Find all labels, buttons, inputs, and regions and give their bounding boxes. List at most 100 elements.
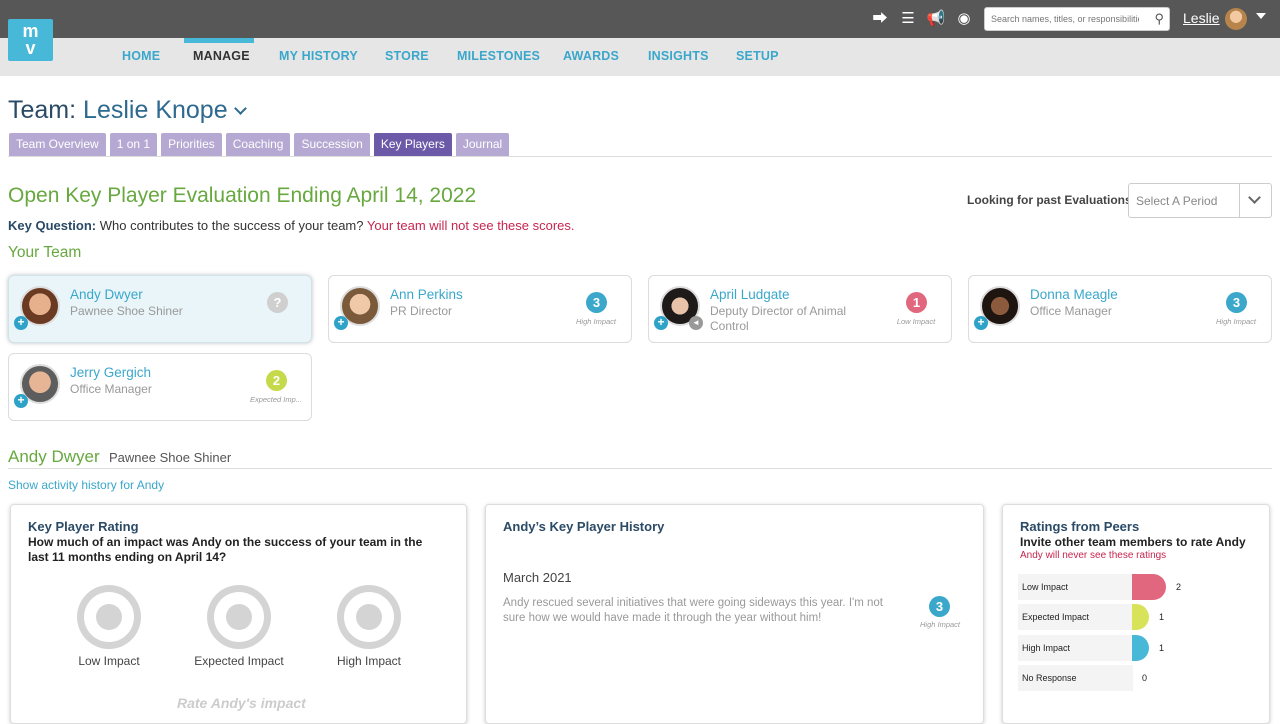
tabs-divider	[8, 156, 1272, 157]
panel-title: Andy’s Key Player History	[503, 519, 665, 534]
team-label: Team:	[8, 96, 77, 124]
share-icon[interactable]: ⮕	[870, 9, 890, 29]
peer-row-label: No Response	[1018, 665, 1133, 691]
tab-team-overview[interactable]: Team Overview	[9, 133, 106, 156]
member-name[interactable]: Ann Perkins	[390, 287, 463, 302]
member-card-andy[interactable]: + Andy Dwyer Pawnee Shoe Shiner ?	[8, 275, 312, 343]
member-name[interactable]: April Ludgate	[710, 287, 790, 302]
nav-my-history[interactable]: MY HISTORY	[279, 49, 358, 63]
key-question: Key Question: Who contributes to the suc…	[8, 218, 575, 233]
add-icon[interactable]: +	[654, 316, 668, 330]
your-team-heading: Your Team	[8, 244, 82, 261]
score-impact-label: High Impact	[919, 620, 961, 629]
evaluation-title: Open Key Player Evaluation Ending April …	[8, 184, 477, 207]
peer-count: 1	[1159, 612, 1165, 622]
member-name[interactable]: Donna Meagle	[1030, 287, 1118, 302]
member-card-jerry[interactable]: + Jerry Gergich Office Manager 2 Expecte…	[8, 353, 312, 421]
selected-member-title: Pawnee Shoe Shiner	[109, 450, 232, 465]
tab-priorities[interactable]: Priorities	[161, 133, 222, 156]
toolbar-icons: ⮕ ☰ 📢 ◉	[870, 9, 974, 29]
tab-coaching[interactable]: Coaching	[225, 133, 291, 156]
rating-question: How much of an impact was Andy on the su…	[28, 535, 423, 564]
member-name[interactable]: Andy Dwyer	[70, 287, 143, 302]
rating-option-high[interactable]: High Impact	[309, 654, 429, 668]
score-impact-label: High Impact	[575, 317, 617, 326]
member-title: Office Manager	[70, 382, 152, 396]
app-logo[interactable]: mv	[8, 19, 53, 61]
rating-option-low[interactable]: Low Impact	[49, 654, 169, 668]
score-badge: 1	[906, 292, 927, 313]
peer-count: 0	[1142, 673, 1148, 683]
history-comment: Andy rescued several initiatives that we…	[503, 597, 883, 624]
selected-member-name: Andy Dwyer	[8, 447, 100, 466]
member-name[interactable]: Jerry Gergich	[70, 365, 151, 380]
panel-title: Ratings from Peers	[1020, 519, 1140, 534]
tab-succession[interactable]: Succession	[294, 133, 370, 156]
nav-insights[interactable]: INSIGHTS	[648, 49, 709, 63]
add-icon[interactable]: +	[14, 316, 28, 330]
peer-count: 2	[1176, 582, 1182, 592]
checklist-icon[interactable]: ☰	[898, 9, 918, 29]
tab-1-on-1[interactable]: 1 on 1	[109, 133, 158, 156]
nav-home[interactable]: HOME	[122, 49, 160, 63]
main-nav	[0, 38, 1280, 76]
score-badge: 3	[586, 292, 607, 313]
add-icon[interactable]: +	[14, 394, 28, 408]
chevron-down-icon	[1248, 191, 1261, 204]
score-badge: ?	[267, 292, 288, 313]
period-select-placeholder: Select A Period	[1136, 194, 1218, 208]
peer-bar-low	[1132, 574, 1166, 600]
score-impact-label: Expected Imp...	[249, 395, 303, 404]
nav-active-indicator	[184, 38, 254, 43]
search-input[interactable]	[985, 8, 1145, 30]
key-question-label: Key Question:	[8, 218, 97, 233]
score-badge: 2	[266, 370, 287, 391]
invite-peers-link[interactable]: Invite other team members to rate Andy	[1020, 535, 1246, 549]
member-title: Office Manager	[1030, 304, 1112, 318]
feedback-icon[interactable]: ◉	[954, 9, 974, 29]
past-evaluations-label: Looking for past Evaluations?	[967, 193, 1140, 207]
peer-row-label: Expected Impact	[1018, 604, 1133, 630]
tab-journal[interactable]: Journal	[455, 133, 510, 156]
member-card-donna[interactable]: + Donna Meagle Office Manager 3 High Imp…	[968, 275, 1272, 343]
member-title: Deputy Director of Animal Control	[710, 304, 847, 333]
low-impact-target-icon[interactable]	[77, 585, 141, 649]
user-menu-caret-icon[interactable]	[1256, 13, 1266, 19]
add-icon[interactable]: +	[334, 316, 348, 330]
period-select-toggle[interactable]	[1239, 184, 1271, 217]
share-icon[interactable]: ◄	[689, 316, 703, 330]
score-impact-label: High Impact	[1215, 317, 1257, 326]
peer-row-label: High Impact	[1018, 635, 1133, 661]
peer-bar-expected	[1132, 604, 1149, 630]
period-select[interactable]: Select A Period	[1128, 183, 1272, 218]
rating-option-expected[interactable]: Expected Impact	[179, 654, 299, 668]
search-icon[interactable]: ⚲	[1154, 11, 1164, 27]
tab-key-players[interactable]: Key Players	[373, 133, 452, 156]
nav-store[interactable]: STORE	[385, 49, 429, 63]
team-name[interactable]: Leslie Knope	[83, 96, 228, 124]
nav-setup[interactable]: SETUP	[736, 49, 779, 63]
user-avatar[interactable]	[1225, 8, 1247, 30]
score-badge: 3	[1226, 292, 1247, 313]
team-selector[interactable]: Team: Leslie Knope	[8, 96, 247, 125]
panel-title: Key Player Rating	[28, 519, 139, 534]
activity-history-link[interactable]: Show activity history for Andy	[8, 478, 164, 492]
member-card-ann[interactable]: + Ann Perkins PR Director 3 High Impact	[328, 275, 632, 343]
add-icon[interactable]: +	[974, 316, 988, 330]
member-title: Pawnee Shoe Shiner	[70, 304, 183, 318]
score-impact-label: Low Impact	[896, 317, 936, 326]
section-divider	[8, 468, 1272, 469]
expected-impact-target-icon[interactable]	[207, 585, 271, 649]
nav-milestones[interactable]: MILESTONES	[457, 49, 540, 63]
logo-text-bottom: v	[25, 38, 36, 58]
nav-manage[interactable]: MANAGE	[193, 49, 250, 63]
chevron-down-icon[interactable]	[233, 102, 247, 115]
team-tabs: Team Overview 1 on 1 Priorities Coaching…	[9, 133, 510, 156]
peer-ratings-warning: Andy will never see these ratings	[1020, 550, 1167, 561]
high-impact-target-icon[interactable]	[337, 585, 401, 649]
user-name-link[interactable]: Leslie	[1183, 10, 1220, 26]
peer-bar-high	[1132, 635, 1149, 661]
member-card-april[interactable]: + ◄ April Ludgate Deputy Director of Ani…	[648, 275, 952, 343]
nav-awards[interactable]: AWARDS	[563, 49, 619, 63]
megaphone-icon[interactable]: 📢	[926, 9, 946, 29]
